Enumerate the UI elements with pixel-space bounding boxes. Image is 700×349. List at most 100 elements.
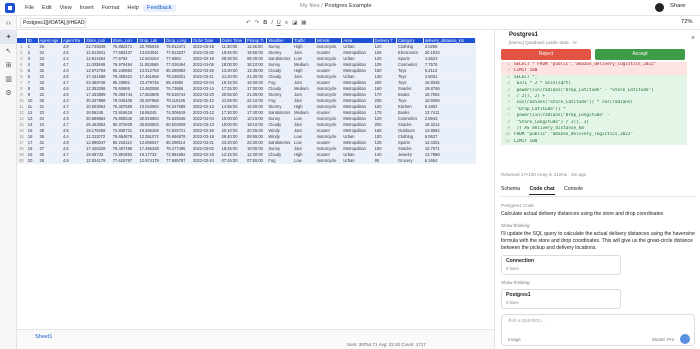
menu-insert[interactable]: Insert bbox=[76, 4, 98, 12]
ai-icon[interactable]: ✦ bbox=[0, 30, 17, 44]
table-cell[interactable]: 77.655797 bbox=[164, 157, 192, 164]
connection-card[interactable]: Connection 0 lines bbox=[501, 255, 621, 275]
redo-icon[interactable]: ↷ bbox=[255, 20, 260, 26]
underline-icon[interactable]: U bbox=[277, 20, 281, 26]
row-number[interactable]: 20 bbox=[17, 157, 27, 164]
table-cell[interactable]: 6.1654 bbox=[423, 157, 476, 164]
user-message: Calculate actual delivery distances usin… bbox=[501, 211, 664, 217]
column-header[interactable]: Agent Age bbox=[38, 38, 63, 44]
menu-feedback[interactable]: Feedback bbox=[142, 3, 176, 12]
table-cell[interactable]: Fog bbox=[266, 157, 294, 164]
accept-button[interactable]: Accept bbox=[595, 49, 685, 60]
sql-editor[interactable]: 1 SELECT * FROM "public"."amazon_delivery… bbox=[501, 62, 687, 160]
menu-view[interactable]: View bbox=[56, 4, 76, 12]
sheet-tab[interactable]: Sheet1 bbox=[35, 334, 52, 340]
panel-tabs: Schema Code chat Console bbox=[501, 186, 695, 197]
cursor-icon[interactable]: ↖ bbox=[0, 44, 17, 58]
spreadsheet-grid[interactable]: ID Agent Age Agent Ra Store_Lati Store_Lon Dr… bbox=[17, 38, 476, 325]
line-number: 11 bbox=[504, 138, 510, 144]
table-cell[interactable]: 4.9 bbox=[61, 157, 86, 164]
table-cell[interactable]: 95 bbox=[373, 157, 398, 164]
table-row: 14 14 24 4.7 26.463504 80.372929 26.593504 80.5… bbox=[17, 121, 476, 128]
tab-console[interactable]: Console bbox=[564, 186, 583, 194]
user-label: Postgres1 Code bbox=[501, 203, 534, 208]
fill-icon[interactable]: ◪ bbox=[292, 20, 297, 26]
panel-header: Postgres1 [Demo] Quadratic public data ·… bbox=[495, 30, 700, 50]
table-cell[interactable]: 12.934179 bbox=[84, 157, 112, 164]
code-text: / 2)), 2) + bbox=[514, 93, 546, 99]
table-row: 18 18 27 4.6 17.426228 78.407495 17.496228 78.4… bbox=[17, 145, 476, 152]
undo-icon[interactable]: ↶ bbox=[246, 20, 251, 26]
border-icon[interactable]: ▦ bbox=[301, 20, 306, 26]
avatar[interactable] bbox=[655, 3, 664, 12]
data-table: ID Agent Age Agent Ra Store_Lati Store_Lon Dr… bbox=[17, 38, 476, 164]
chat-input[interactable]: Ask a question... Image Model: Pro bbox=[501, 314, 695, 346]
chat-thread: Postgres1 Code Calculate actual delivery… bbox=[501, 202, 695, 309]
image-attach-button[interactable]: Image bbox=[508, 337, 521, 342]
chart-icon[interactable]: ▥ bbox=[0, 72, 17, 86]
table-cell[interactable]: 77.615797 bbox=[111, 157, 139, 164]
grid-icon[interactable]: ⊞ bbox=[0, 58, 17, 72]
code-text: power(sin(radians("Drop_Latitude" - "Sto… bbox=[514, 87, 654, 93]
table-cell[interactable]: Sandstorms bbox=[266, 109, 294, 116]
table-row: 8 8 35 4.6 12.352058 76.60665 12.482058 76.7366… bbox=[17, 85, 476, 92]
zoom-level[interactable]: 72% bbox=[681, 19, 693, 25]
menu-help[interactable]: Help bbox=[123, 4, 143, 12]
table-cell[interactable]: motorcycle bbox=[315, 157, 343, 164]
formula-toolbar: Postgres1[[#DATA],[#HEADERS]] ↶ ↷ B I U … bbox=[17, 16, 700, 30]
app-logo[interactable] bbox=[3, 1, 17, 15]
table-row: 12 12 23 4.3 18.56245 73.916619 18.65245 74.006… bbox=[17, 109, 476, 116]
table-cell[interactable]: Urban bbox=[341, 157, 374, 164]
code-card[interactable]: Postgres1 0 lines bbox=[501, 289, 621, 309]
tab-schema[interactable]: Schema bbox=[501, 186, 520, 194]
table-cell[interactable]: Sandstorms bbox=[266, 139, 294, 146]
close-icon[interactable]: × bbox=[691, 35, 695, 42]
table-cell[interactable]: 2022-03-24 bbox=[191, 157, 221, 164]
chat-input-placeholder: Ask a question... bbox=[508, 318, 545, 324]
name-box[interactable]: Postgres1[[#DATA],[#HEADERS]] bbox=[20, 17, 86, 28]
send-icon[interactable] bbox=[680, 334, 690, 344]
align-icon[interactable]: ≡ bbox=[285, 20, 288, 26]
table-row: 19 19 30 4.7 19.08733 72.891892 19.17733 72.981… bbox=[17, 151, 476, 158]
menu-format[interactable]: Format bbox=[98, 4, 124, 12]
sheet-bar: Sheet1 Sum: 39754.71 Avg: 23.20 Count: 1… bbox=[17, 329, 494, 349]
share-button[interactable]: Share bbox=[670, 3, 685, 9]
bold-icon[interactable]: B bbox=[263, 20, 267, 26]
card-subtitle: 0 lines bbox=[506, 266, 519, 271]
table-row: 11 11 21 4.7 10.003064 76.307589 10.043064 76.3… bbox=[17, 103, 476, 110]
reject-button[interactable]: Reject bbox=[501, 49, 591, 60]
settings-icon[interactable]: ⚙ bbox=[0, 86, 17, 100]
menu-file[interactable]: File bbox=[21, 4, 38, 12]
model-selector[interactable]: Model: Pro bbox=[652, 337, 674, 342]
show-thinking-toggle[interactable]: Show thinking bbox=[501, 222, 695, 229]
show-thinking-toggle-2[interactable]: Show thinking bbox=[501, 279, 695, 286]
code-icon[interactable]: ‹› bbox=[0, 16, 17, 30]
table-cell[interactable]: Grocery bbox=[396, 157, 424, 164]
code-text: "Drop_Latitude")) * bbox=[514, 106, 566, 112]
table-cell[interactable]: 07:45:00 bbox=[220, 157, 246, 164]
column-header[interactable]: Order Time bbox=[220, 38, 246, 44]
italic-icon[interactable]: I bbox=[271, 20, 273, 26]
table-cell[interactable]: 20 bbox=[26, 157, 39, 164]
code-text: cos(radians("Store_Latitude")) * cos(rad… bbox=[514, 100, 633, 106]
menu-bar: File Edit View Insert Format Help Feedba… bbox=[0, 0, 700, 16]
breadcrumb-doc[interactable]: Postgres Example bbox=[325, 3, 372, 9]
tab-code-chat[interactable]: Code chat bbox=[529, 186, 555, 195]
code-panel: Postgres1 [Demo] Quadratic public data ·… bbox=[494, 30, 700, 349]
table-cell[interactable]: 28 bbox=[38, 157, 63, 164]
breadcrumb-folder[interactable]: My files bbox=[300, 3, 320, 9]
menu-edit[interactable]: Edit bbox=[38, 4, 56, 12]
table-row: 2 2 34 4.5 12.913041 77.683237 13.043041 77.813… bbox=[17, 49, 476, 56]
table-row: 3 3 23 4.4 12.914264 77.6784 12.924264 77.6884 2… bbox=[17, 55, 476, 62]
left-rail: ‹› ✦ ↖ ⊞ ▥ ⚙ bbox=[0, 16, 17, 349]
column-header[interactable]: Pickup Ti bbox=[245, 38, 268, 44]
table-cell[interactable]: Sandstorms bbox=[266, 55, 294, 62]
table-cell[interactable]: 12.974179 bbox=[137, 157, 166, 164]
table-cell[interactable]: 07:55:00 bbox=[245, 157, 268, 164]
table-row: 17 17 31 4.8 12.986047 80.218114 13.066047 80.2… bbox=[17, 139, 476, 146]
table-row: 15 15 29 4.5 19.176269 72.836721 19.266269 72.9… bbox=[17, 127, 476, 134]
code-text: SELECT *, bbox=[514, 74, 538, 80]
table-row: 16 16 35 4.4 12.311072 76.654878 12.351072 76.6… bbox=[17, 133, 476, 140]
table-cell[interactable]: Low bbox=[292, 157, 316, 164]
code-text: 6371 * 2 * asin(sqrt( bbox=[514, 81, 571, 87]
